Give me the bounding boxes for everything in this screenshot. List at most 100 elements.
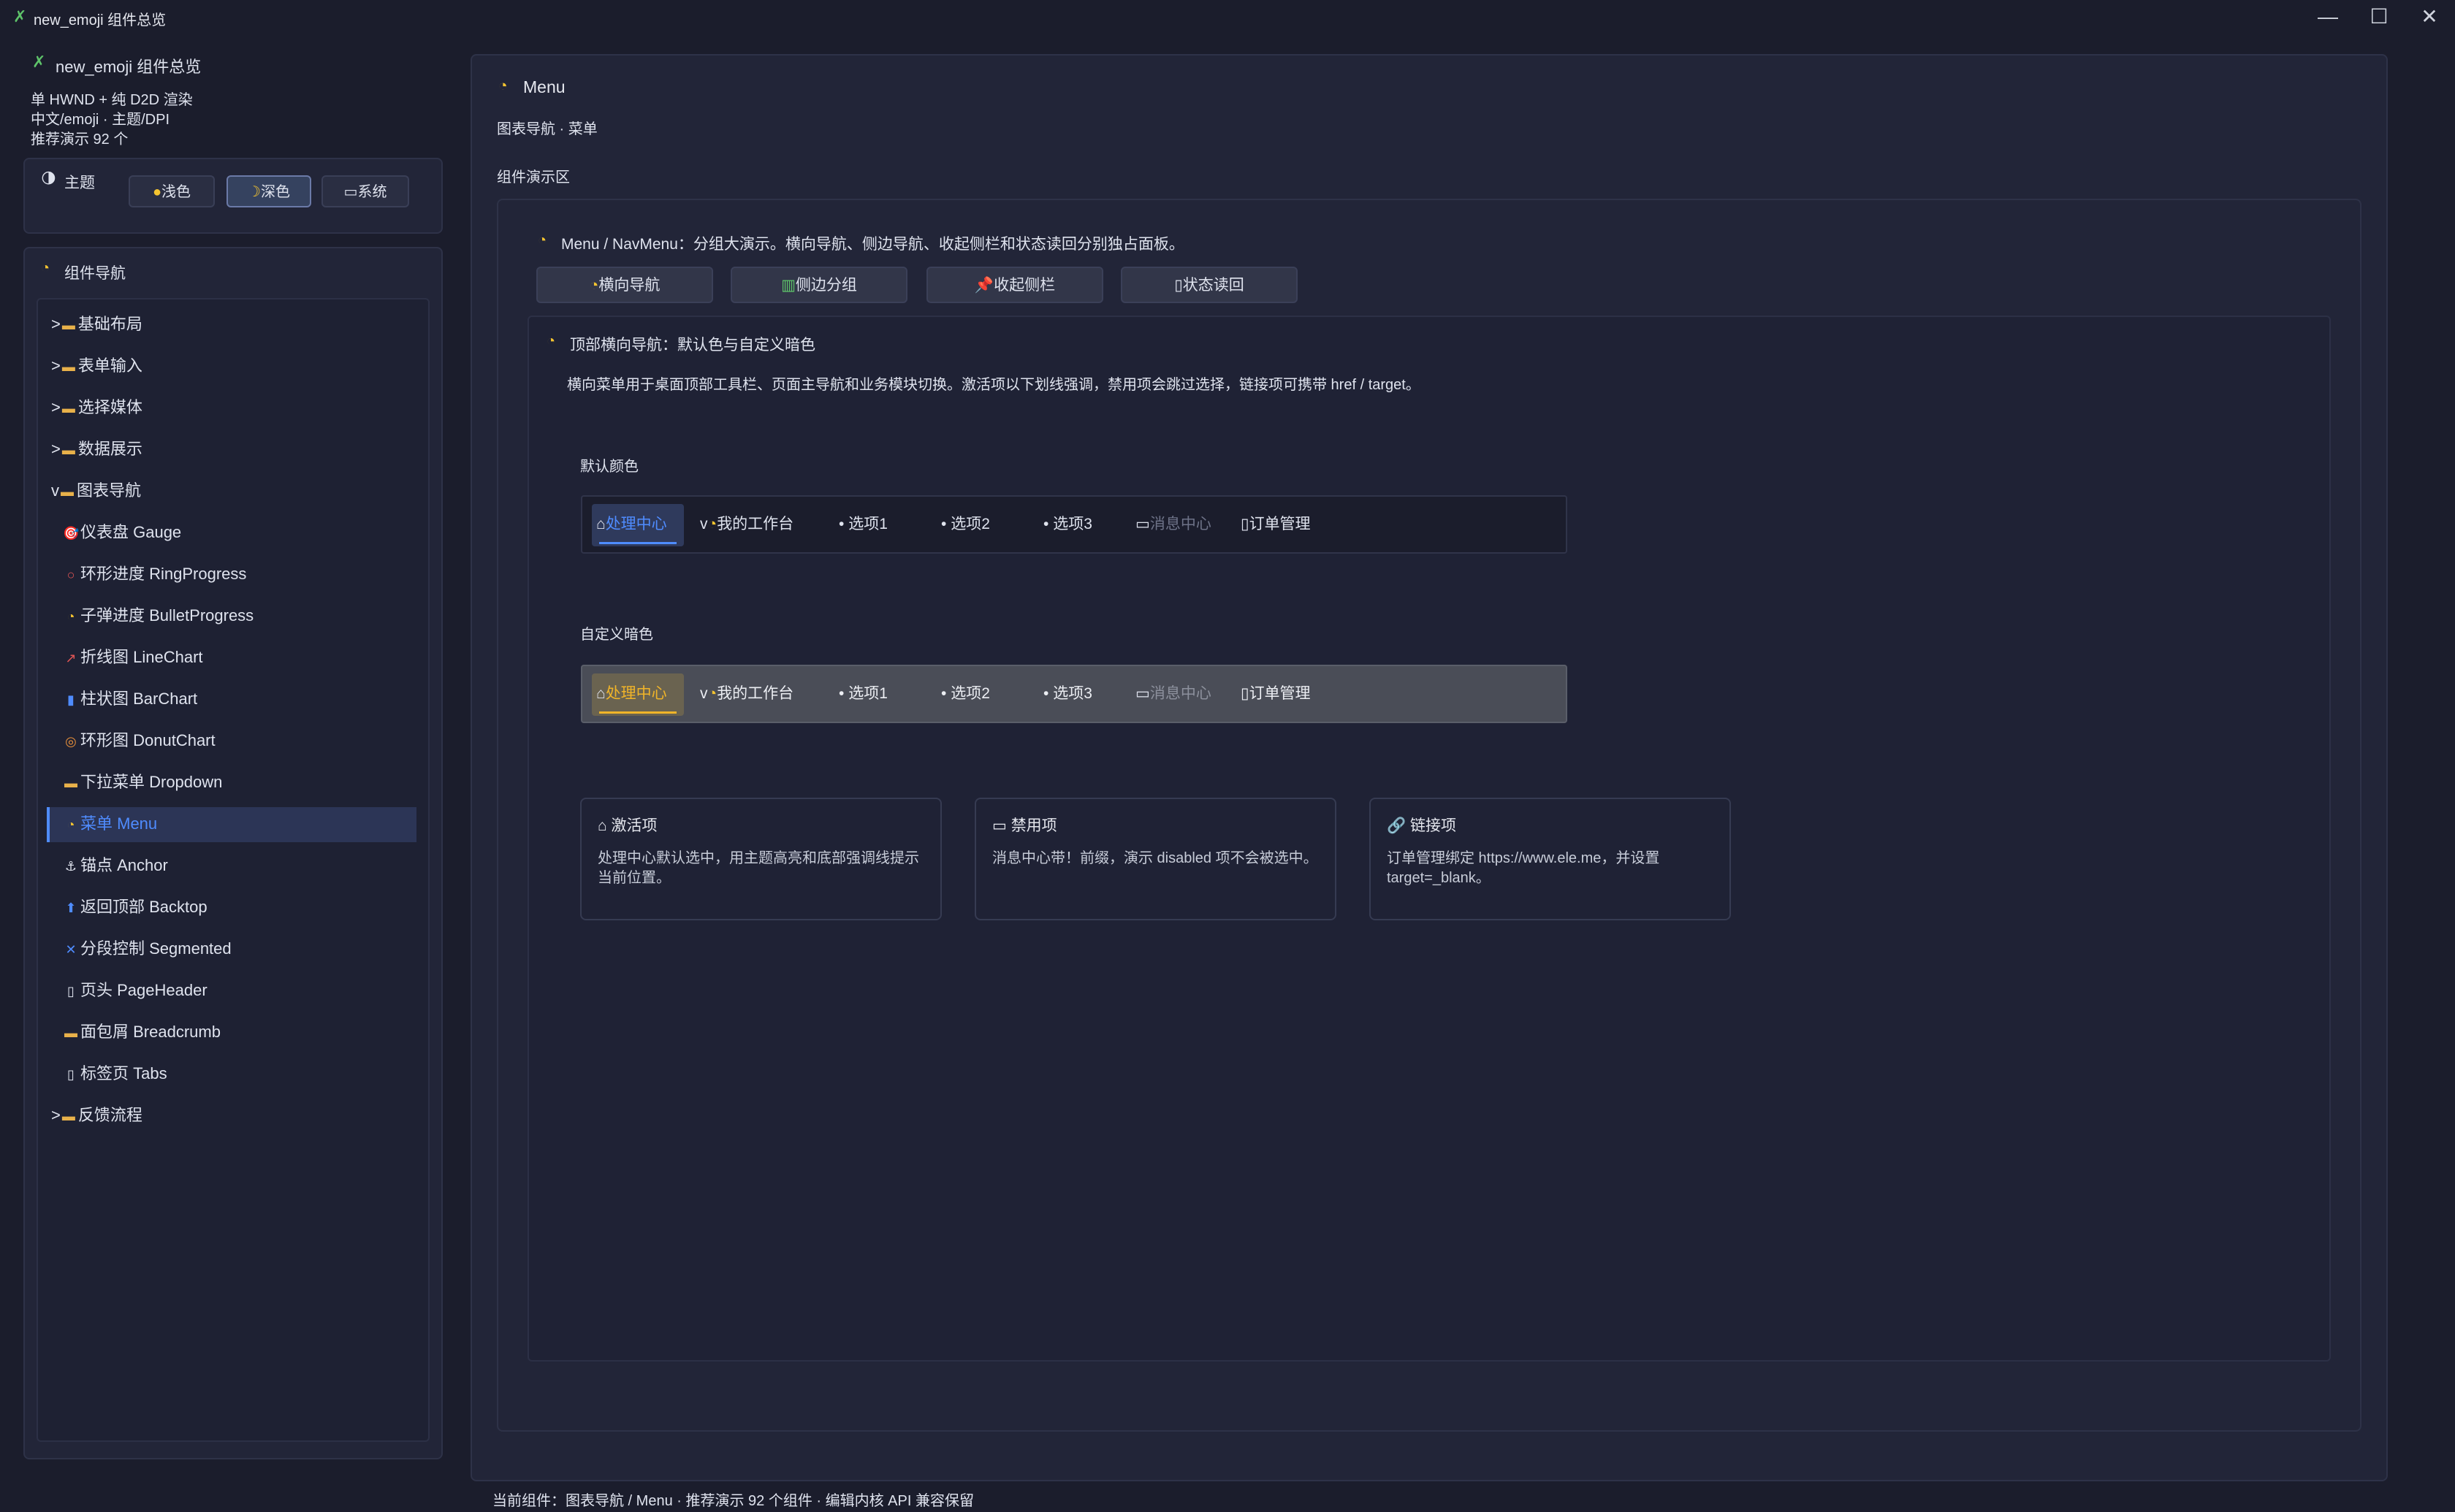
menu-item-option2[interactable]: • 选项2 xyxy=(941,506,990,543)
tab-horizontal-nav[interactable]: ◔横向导航 xyxy=(536,267,713,303)
theme-label: 主题 xyxy=(64,175,95,191)
nav-item-bulletprogress[interactable]: ◔ 子弹进度 BulletProgress xyxy=(63,601,254,630)
clock-icon: ◔ xyxy=(41,260,50,276)
tab-state-readback[interactable]: ▯状态读回 xyxy=(1121,267,1298,303)
expand-marker: > xyxy=(51,356,61,375)
menu-item-option3[interactable]: • 选项3 xyxy=(1043,676,1092,712)
expand-marker: v xyxy=(51,481,59,500)
nav-item-gauge[interactable]: 🎯仪表盘 Gauge xyxy=(63,518,181,547)
menu-item-option2[interactable]: • 选项2 xyxy=(941,676,990,712)
nav-item-label: 柱状图 BarChart xyxy=(80,690,198,708)
nav-group-data-display[interactable]: > ▬ 数据展示 xyxy=(51,435,142,464)
nav-group-label: 表单输入 xyxy=(77,356,142,375)
nav-group-chart-nav[interactable]: v ▬ 图表导航 xyxy=(51,476,141,505)
nav-item-label: 下拉菜单 Dropdown xyxy=(80,773,223,791)
nav-item-menu[interactable]: ◔ 菜单 Menu xyxy=(63,809,158,839)
theme-option-label: 深色 xyxy=(260,184,290,200)
chat-icon: ▭ xyxy=(1135,685,1150,702)
nav-item-linechart[interactable]: ↗ 折线图 LineChart xyxy=(63,643,203,672)
maximize-button[interactable]: ☐ xyxy=(2357,3,2401,31)
nav-item-label: 仪表盘 Gauge xyxy=(80,523,182,541)
theme-system-button[interactable]: ▭系统 xyxy=(321,175,409,207)
folder-icon: ▬ xyxy=(64,776,77,790)
menu-item-workbench[interactable]: v◔我的工作台 xyxy=(700,506,793,543)
target-icon: 🎯 xyxy=(63,526,80,541)
nav-item-backtop[interactable]: ⬆ 返回顶部 Backtop xyxy=(63,893,207,922)
bread-icon: ▬ xyxy=(64,1026,77,1040)
clock-icon: ◔ xyxy=(66,609,75,624)
info-line: 推荐演示 92 个 xyxy=(31,131,129,148)
pin-icon: 📌 xyxy=(974,277,994,294)
tab-side-group[interactable]: ▥侧边分组 xyxy=(731,267,907,303)
menu-item-order-management[interactable]: ▯订单管理 xyxy=(1241,506,1311,543)
menu-item-order-management[interactable]: ▯订单管理 xyxy=(1241,676,1311,712)
nav-group-form-input[interactable]: > ▬ 表单输入 xyxy=(51,351,142,381)
panel-title: 顶部横向导航：默认色与自定义暗色 xyxy=(570,337,815,354)
theme-dark-button[interactable]: ☽深色 xyxy=(227,175,311,207)
nav-item-label: 环形进度 RingProgress xyxy=(80,565,247,583)
tab-label: 横向导航 xyxy=(598,277,661,294)
expand-marker: > xyxy=(51,440,61,458)
page-subtitle: 图表导航 · 菜单 xyxy=(497,121,598,137)
folder-icon: ▬ xyxy=(61,484,74,499)
default-color-label: 默认颜色 xyxy=(580,459,639,475)
nav-group-label: 基础布局 xyxy=(77,315,142,333)
info-card-title: 🔗 链接项 xyxy=(1387,817,1456,834)
bar-chart-icon: ▮ xyxy=(67,692,75,707)
menu-item-label: 消息中心 xyxy=(1149,685,1211,702)
menu-item-workbench[interactable]: v◔我的工作台 xyxy=(700,676,793,712)
nav-group-basic-layout[interactable]: > ▬ 基础布局 xyxy=(51,310,142,339)
nav-item-barchart[interactable]: ▮ 柱状图 BarChart xyxy=(63,684,197,714)
close-button[interactable]: ✕ xyxy=(2408,3,2451,31)
theme-option-label: 浅色 xyxy=(161,184,191,200)
theme-light-button[interactable]: ●浅色 xyxy=(129,175,215,207)
nav-group-feedback[interactable]: > ▬ 反馈流程 xyxy=(51,1101,142,1130)
menu-item-processing-center[interactable]: ⌂处理中心 xyxy=(596,506,667,543)
menu-item-processing-center[interactable]: ⌂处理中心 xyxy=(596,676,667,712)
nav-item-tabs[interactable]: ▯ 标签页 Tabs xyxy=(63,1059,167,1088)
home-icon: ⌂ xyxy=(596,516,606,532)
menu-item-label: 选项2 xyxy=(951,685,990,702)
menu-item-option3[interactable]: • 选项3 xyxy=(1043,506,1092,543)
nav-group-select-media[interactable]: > ▬ 选择媒体 xyxy=(51,393,142,422)
nav-title: 组件导航 xyxy=(64,265,126,282)
clock-icon: ◔ xyxy=(538,232,547,248)
chat-icon: ▭ xyxy=(1135,516,1150,532)
nav-item-pageheader[interactable]: ▯ 页头 PageHeader xyxy=(63,976,208,1005)
shuffle-icon: ✕ xyxy=(65,942,77,957)
line-chart-icon: ↗ xyxy=(65,651,77,665)
home-icon: ⌂ xyxy=(596,685,606,702)
nav-item-label: 折线图 LineChart xyxy=(80,648,203,666)
info-card-link: 🔗 链接项 订单管理绑定 https://www.ele.me，并设置 targ… xyxy=(1369,798,1731,920)
nav-item-donutchart[interactable]: ◎ 环形图 DonutChart xyxy=(63,726,215,755)
menu-item-label: 选项3 xyxy=(1053,516,1092,532)
menu-item-label: 处理中心 xyxy=(605,685,667,702)
menu-item-option1[interactable]: • 选项1 xyxy=(839,676,888,712)
nav-item-label: 页头 PageHeader xyxy=(80,981,208,999)
info-card-title: ⌂ 激活项 xyxy=(598,817,658,834)
menu-item-label: 处理中心 xyxy=(605,516,667,532)
document-icon: ▯ xyxy=(1241,516,1249,532)
tab-collapse-sidebar[interactable]: 📌收起侧栏 xyxy=(926,267,1103,303)
theme-option-label: 系统 xyxy=(357,184,387,200)
donut-icon: ◎ xyxy=(65,734,77,749)
tab-label: 收起侧栏 xyxy=(994,277,1056,294)
tab-label: 侧边分组 xyxy=(795,277,857,294)
app-logo-icon: ✗ xyxy=(13,7,27,26)
link-icon: 🔗 xyxy=(1387,817,1407,834)
menu-item-label: 订单管理 xyxy=(1249,685,1311,702)
nav-item-ringprogress[interactable]: ○ 环形进度 RingProgress xyxy=(63,560,247,589)
info-card-body: 订单管理绑定 https://www.ele.me，并设置 target=_bl… xyxy=(1387,850,1660,886)
nav-item-breadcrumb[interactable]: ▬ 面包屑 Breadcrumb xyxy=(63,1017,221,1047)
folder-icon: ▬ xyxy=(61,359,75,374)
nav-item-segmented[interactable]: ✕ 分段控制 Segmented xyxy=(63,934,231,963)
menu-item-option1[interactable]: • 选项1 xyxy=(839,506,888,543)
nav-item-anchor[interactable]: ⚓ 锚点 Anchor xyxy=(63,851,168,880)
nav-group-label: 数据展示 xyxy=(77,440,142,458)
clock-icon: ◔ xyxy=(498,77,508,94)
minimize-button[interactable]: — xyxy=(2306,3,2350,31)
menu-item-message-center-disabled: ▭消息中心 xyxy=(1135,676,1211,712)
document-icon: ▯ xyxy=(1241,685,1249,702)
nav-item-dropdown[interactable]: ▬ 下拉菜单 Dropdown xyxy=(63,768,222,797)
circle-icon: ○ xyxy=(66,568,75,582)
